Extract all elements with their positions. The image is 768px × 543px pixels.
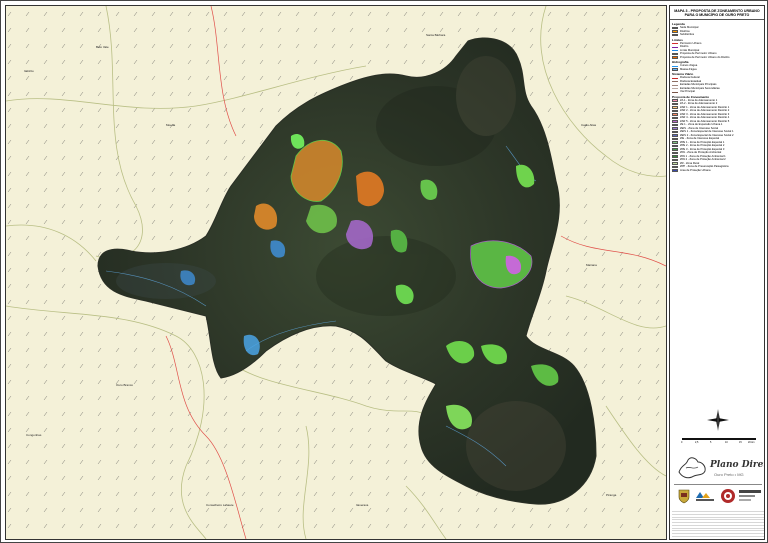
map-title-line: PARA O MUNICÍPIO DE OURO PRETO	[684, 13, 750, 18]
legend-swatch	[672, 68, 678, 71]
legend-swatch	[672, 26, 678, 30]
map-sheet: Itabirito Santa Bárbara Catas Altas Mari…	[0, 0, 768, 543]
legend-swatch	[672, 169, 678, 172]
legend-swatch	[672, 81, 678, 83]
legend-swatch	[672, 77, 678, 79]
legend-item-label: Via Principal	[680, 90, 695, 94]
legend-item: Massa d'água	[672, 68, 762, 72]
legend-swatch	[672, 84, 678, 86]
legend-swatch	[672, 109, 678, 113]
legend-swatch	[672, 30, 678, 33]
legend-item-label: Subdistritos	[680, 33, 695, 37]
place-label: Itabirito	[24, 69, 34, 73]
place-label: Catas Altas	[581, 123, 597, 127]
map-notes	[672, 510, 764, 539]
legend-swatch	[672, 148, 678, 151]
place-label: Conselheiro Lafaiete	[206, 503, 234, 507]
legend-swatch	[672, 91, 678, 93]
scale-label: 0	[681, 441, 683, 444]
legend-swatch	[672, 65, 678, 67]
legend-item-label: Massa d'água	[680, 67, 697, 71]
place-label: Belo Vale	[96, 45, 109, 49]
legend-swatch	[672, 102, 678, 106]
map-frame[interactable]: Itabirito Santa Bárbara Catas Altas Mari…	[5, 5, 667, 540]
consultancy-logo-icon	[739, 490, 761, 501]
legend-panel: MAPA 3 - PROPOSTA DE ZONEAMENTO URBANO P…	[669, 5, 765, 540]
legend-swatch	[672, 50, 678, 52]
legend: Legenda Sede Municipal Distritos Subdistrit…	[670, 20, 764, 172]
scale-label: 2,5	[695, 441, 699, 444]
partner-seal-icon	[721, 489, 735, 503]
legend-swatch	[672, 33, 678, 37]
place-label: Piranga	[606, 493, 617, 497]
scale-bar: 0 2,5 5 10 15 20 km	[681, 438, 756, 446]
legend-item: Subdistritos	[672, 33, 762, 37]
legend-swatch	[672, 52, 678, 56]
legend-item-label: Proposta de Perímetro Urbano do Distrito	[680, 55, 730, 59]
map-title: MAPA 3 - PROPOSTA DE ZONEAMENTO URBANO P…	[670, 6, 764, 21]
plano-diretor-logo: Plano Diretor Ouro Preto • MG	[674, 453, 764, 481]
legend-swatch	[672, 88, 678, 90]
legend-swatch	[672, 120, 678, 123]
legend-swatch	[672, 43, 678, 45]
legend-item: Área de Proteção Urbana	[672, 169, 762, 173]
scale-label: 15	[739, 441, 742, 444]
legend-swatch	[672, 141, 678, 144]
north-arrow-icon	[707, 409, 729, 431]
legend-swatch	[672, 99, 678, 102]
legend-swatch	[672, 165, 678, 169]
place-label: Santa Bárbara	[426, 33, 446, 37]
place-label: Ouro Branco	[116, 383, 133, 387]
scale-label: 20 km	[748, 441, 755, 444]
place-label: Mariana	[586, 263, 597, 267]
scale-label: 5	[710, 441, 712, 444]
ouro-preto-outline-icon	[678, 457, 706, 479]
map-canvas[interactable]: Itabirito Santa Bárbara Catas Altas Mari…	[6, 6, 666, 539]
plano-diretor-subtitle: Ouro Preto • MG	[714, 472, 744, 477]
legend-swatch	[672, 113, 678, 116]
legend-swatch	[672, 106, 678, 109]
legend-swatch	[672, 46, 678, 48]
legend-item: Proposta de Perímetro Urbano do Distrito	[672, 56, 762, 60]
legend-swatch	[672, 155, 678, 158]
prefeitura-logo-icon	[694, 488, 716, 504]
place-label: Moeda	[166, 123, 176, 127]
legend-swatch	[672, 130, 678, 134]
legend-item: Via Principal	[672, 90, 762, 94]
place-label: Itaverava	[356, 503, 369, 507]
place-label: Congonhas	[26, 433, 42, 437]
legend-swatch	[672, 137, 678, 141]
legend-swatch	[672, 162, 678, 165]
legend-swatch	[672, 144, 678, 148]
legend-swatch	[672, 56, 678, 59]
scale-label: 10	[725, 441, 728, 444]
legend-swatch	[672, 123, 678, 127]
legend-swatch	[672, 127, 678, 130]
coat-of-arms-icon	[678, 489, 690, 504]
plano-diretor-title: Plano Diretor	[710, 460, 764, 470]
institution-logos	[674, 484, 762, 507]
legend-swatch	[672, 116, 678, 120]
legend-swatch	[672, 151, 678, 155]
legend-item-label: Área de Proteção Urbana	[680, 168, 711, 172]
legend-swatch	[672, 134, 678, 137]
legend-swatch	[672, 158, 678, 162]
